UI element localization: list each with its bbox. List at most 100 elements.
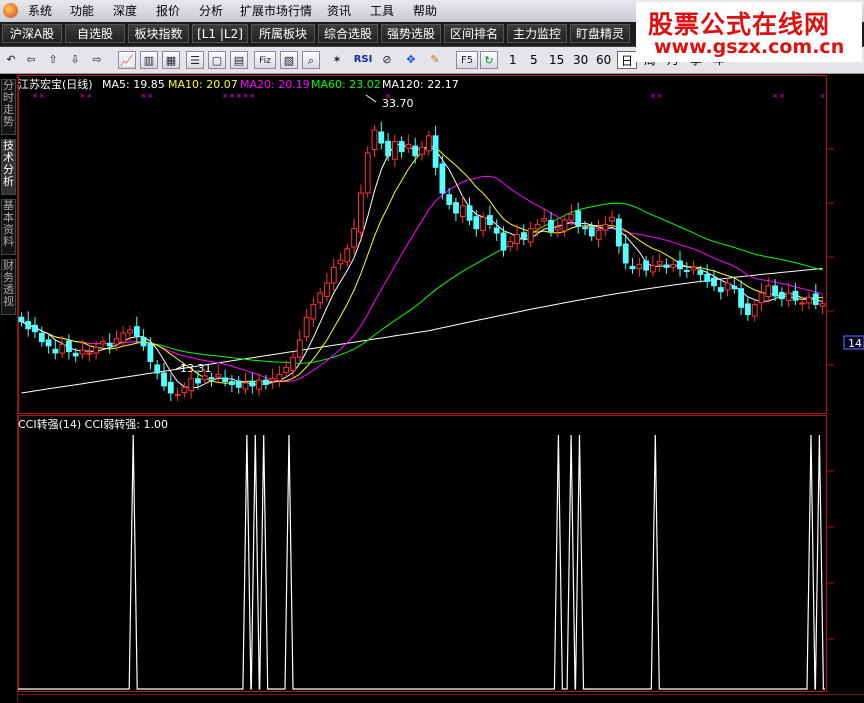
candle-body (398, 141, 405, 153)
candle-body (371, 129, 378, 150)
candle-body (106, 342, 113, 347)
side-tab-intraday[interactable]: 分时走势 (1, 79, 16, 135)
candle-body (310, 303, 317, 320)
side-tab-technical[interactable]: 技术分析 (1, 139, 16, 195)
kline-icon[interactable]: ▥ (140, 51, 158, 69)
slash-icon[interactable]: ⊘ (378, 51, 396, 69)
menu-news[interactable]: 资讯 (327, 3, 351, 19)
side-tab-financials[interactable]: 财务透视 (1, 259, 16, 315)
candle-body (181, 386, 188, 394)
menu-tools[interactable]: 工具 (370, 3, 394, 19)
event-marker: × (243, 92, 249, 100)
candle-body (527, 228, 534, 243)
nav-button-main-force[interactable]: 主力监控 (507, 24, 567, 43)
rsi-icon[interactable]: RSI (352, 51, 374, 69)
ma60-label: MA60: 23.02 (311, 78, 381, 91)
grid-icon[interactable]: ▦ (162, 51, 180, 69)
candle-body (229, 381, 235, 386)
menu-system[interactable]: 系统 (28, 3, 52, 19)
low-price-label: 13.31 (180, 362, 212, 375)
refresh-icon[interactable]: ↻ (480, 51, 498, 69)
candle-body (548, 219, 554, 232)
ma10-label: MA10: 20.07 (168, 78, 238, 91)
side-tab-fundamentals[interactable]: 基本资料 (1, 199, 16, 255)
candle-body (738, 288, 745, 308)
event-marker: × (779, 92, 785, 100)
menu-depth[interactable]: 深度 (113, 3, 137, 19)
candle-body (79, 349, 86, 355)
nav-button-a-shares[interactable]: 沪深A股 (2, 24, 62, 43)
side-tab-strip: 分时走势 技术分析 基本资料 财务透视 (0, 75, 18, 702)
candle-body (697, 270, 704, 275)
candle-body (140, 337, 147, 347)
event-marker: × (229, 92, 235, 100)
undo-icon[interactable]: ↶ (2, 51, 20, 69)
event-marker: × (32, 92, 38, 100)
nav-button-range-rank[interactable]: 区间排名 (444, 24, 504, 43)
candle-body (772, 285, 779, 297)
nav-button-level-switch[interactable]: [L1 |L2] (192, 24, 248, 43)
nav-button-sector[interactable]: 所属板块 (251, 24, 315, 43)
candle-body (337, 259, 344, 265)
candle-body (731, 285, 738, 290)
axis-price-marker-text: 14 (848, 337, 862, 350)
nav-button-screening[interactable]: 综合选股 (318, 24, 378, 43)
candle-body (296, 339, 303, 358)
candle-body (717, 287, 724, 293)
candle-body (147, 343, 154, 363)
event-marker: × (650, 92, 656, 100)
period-5min[interactable]: 5 (530, 52, 538, 68)
fiz-icon[interactable]: Fiz (254, 51, 276, 69)
candle-body (751, 303, 758, 317)
menu-analysis[interactable]: 分析 (199, 3, 223, 19)
nav-button-monitor[interactable]: 盯盘精灵 (570, 24, 630, 43)
candle-body (670, 263, 677, 268)
period-60min[interactable]: 60 (596, 52, 611, 68)
period-30min[interactable]: 30 (573, 52, 588, 68)
ma20-label: MA20: 20.19 (240, 78, 310, 91)
candle-body (724, 282, 731, 291)
zoom-icon[interactable]: ⌕ (302, 51, 320, 69)
cci-signal-line (18, 434, 825, 690)
period-15min[interactable]: 15 (549, 52, 564, 68)
candle-body (161, 372, 167, 387)
candle-body (439, 163, 446, 194)
candle-body (235, 380, 242, 388)
list-icon[interactable]: ☰ (186, 51, 204, 69)
candle-body (208, 377, 215, 380)
arrow-up-icon[interactable]: ⇧ (44, 51, 62, 69)
move-icon[interactable]: ✥ (402, 51, 420, 69)
nav-button-sector-index[interactable]: 板块指数 (128, 24, 189, 43)
pencil-icon[interactable]: ✎ (426, 51, 444, 69)
arrow-down-icon[interactable]: ⇩ (66, 51, 84, 69)
ma120-line (21, 268, 823, 394)
nav-button-watchlist[interactable]: 自选股 (65, 24, 125, 43)
menu-quote[interactable]: 报价 (156, 3, 180, 19)
window-icon[interactable]: ▢ (208, 51, 226, 69)
line-chart-icon[interactable]: 📈 (118, 51, 136, 69)
nav-button-strong-stocks[interactable]: 强势选股 (381, 24, 441, 43)
star-icon[interactable]: ✶ (328, 51, 346, 69)
event-marker: × (80, 92, 86, 100)
candle-body (541, 218, 548, 222)
candle-body (534, 223, 541, 230)
period-day-tab[interactable]: 日 (617, 51, 637, 69)
arrow-right-icon[interactable]: ⇨ (88, 51, 106, 69)
indicator-icon[interactable]: ▤ (230, 51, 248, 69)
candle-body (86, 352, 93, 355)
filter-icon[interactable]: ▧ (280, 51, 298, 69)
candle-body (480, 216, 487, 231)
candle-body (249, 380, 256, 387)
f5-icon[interactable]: F5 (456, 51, 478, 69)
cci-signal-series (18, 434, 825, 690)
event-marker: × (236, 92, 242, 100)
candle-body (263, 379, 269, 385)
kline-chart[interactable]: × × × × × × × × × × × × × × × × × 江苏宏宝(日线) MA5: 19.85 MA… (18, 75, 864, 694)
arrow-left-icon[interactable]: ⇦ (22, 51, 40, 69)
menu-help[interactable]: 帮助 (413, 3, 437, 19)
candle-body (609, 216, 616, 222)
event-marker: × (820, 92, 826, 100)
menu-function[interactable]: 功能 (70, 3, 94, 19)
period-1min[interactable]: 1 (509, 52, 517, 68)
menu-extended-market[interactable]: 扩展市场行情 (240, 3, 312, 19)
